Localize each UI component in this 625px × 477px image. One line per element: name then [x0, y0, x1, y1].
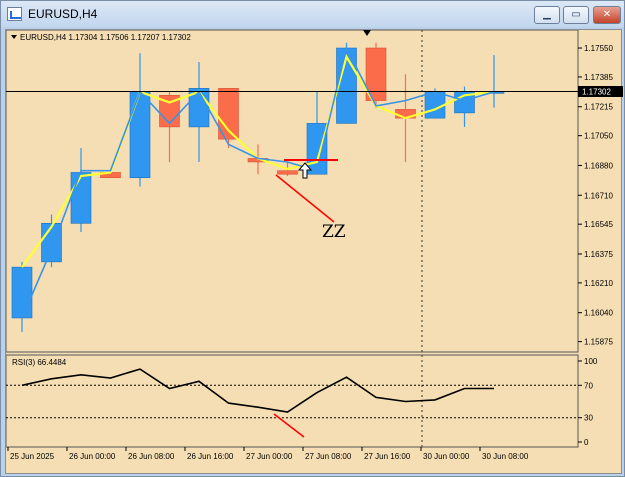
current-price-label: 1.17302: [582, 87, 611, 96]
time-tick-label: 27 Jun 08:00: [305, 452, 352, 461]
price-tick-label: 1.17215: [584, 103, 613, 112]
zz-annotation-label: ZZ: [322, 222, 346, 242]
bull-candle[interactable]: [129, 91, 151, 179]
rsi-label: RSI(3) 66.4484: [12, 358, 67, 367]
price-tick-label: 1.16375: [584, 250, 613, 259]
minimize-button[interactable]: ▁: [534, 6, 560, 24]
chart-canvas[interactable]: 1.17550 1.17385 1.17215 1.17050 1.16880 1.167…: [6, 30, 623, 475]
time-tick-label: 27 Jun 00:00: [246, 452, 293, 461]
window-title: EURUSD,H4: [28, 7, 98, 21]
price-panel[interactable]: [6, 30, 579, 353]
price-tick-label: 1.15875: [584, 338, 613, 347]
price-tick-label: 1.16040: [584, 309, 613, 318]
time-tick-label: 26 Jun 16:00: [187, 452, 234, 461]
price-tick-label: 1.17550: [584, 44, 613, 53]
rsi-tick-label: 70: [584, 381, 593, 390]
price-tick-label: 1.17050: [584, 132, 613, 141]
title-bar[interactable]: EURUSD,H4 ▁ ▭ ✕: [1, 1, 624, 27]
rsi-tick-label: 100: [584, 357, 598, 366]
time-tick-label: 26 Jun 00:00: [69, 452, 116, 461]
price-tick-label: 1.16545: [584, 220, 613, 229]
close-button[interactable]: ✕: [593, 6, 621, 24]
bull-candle[interactable]: [306, 123, 328, 175]
bull-candle[interactable]: [11, 266, 33, 319]
chart-info-line: EURUSD,H4 1.17304 1.17506 1.17207 1.1730…: [20, 33, 191, 42]
time-tick-label: 26 Jun 08:00: [128, 452, 175, 461]
minimize-icon: ▁: [543, 9, 551, 20]
bear-candle[interactable]: [277, 170, 298, 175]
price-tick-label: 1.16880: [584, 161, 613, 170]
maximize-icon: ▭: [571, 9, 581, 20]
rsi-panel[interactable]: [6, 354, 579, 448]
chart-window: EURUSD,H4 ▁ ▭ ✕ 1.17550 1.17385 1.17215 1.1…: [0, 0, 625, 477]
close-icon: ✕: [602, 9, 612, 20]
maximize-button[interactable]: ▭: [563, 6, 589, 24]
price-tick-label: 1.16710: [584, 191, 613, 200]
time-tick-label: 30 Jun 08:00: [482, 452, 529, 461]
time-tick-label: 30 Jun 00:00: [423, 452, 470, 461]
price-tick-label: 1.17385: [584, 73, 613, 82]
price-tick-label: 1.16210: [584, 279, 613, 288]
bull-candle[interactable]: [70, 172, 92, 224]
chart-app-icon: [7, 7, 22, 21]
time-tick-label: 25 Jun 2025: [10, 452, 55, 461]
time-tick-label: 27 Jun 16:00: [364, 452, 411, 461]
rsi-tick-label: 30: [584, 414, 593, 423]
chart-area[interactable]: 1.17550 1.17385 1.17215 1.17050 1.16880 1.167…: [5, 29, 623, 475]
rsi-tick-label: 0: [584, 438, 589, 447]
